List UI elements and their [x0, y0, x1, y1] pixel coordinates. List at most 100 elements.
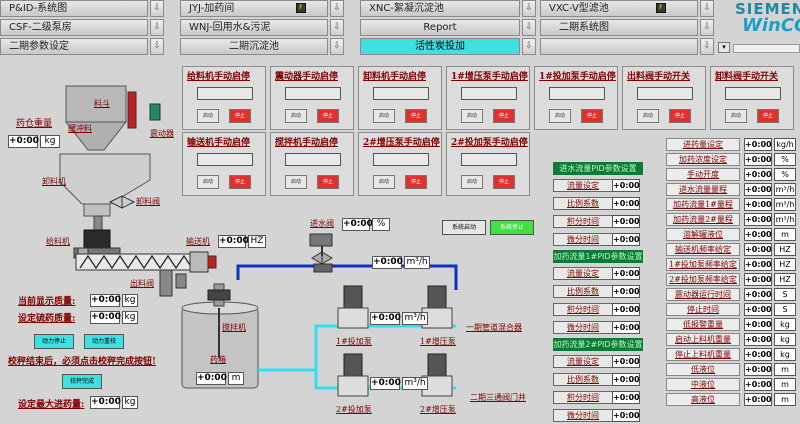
open-button[interactable]: 启动: [637, 109, 659, 123]
param-value[interactable]: +0:00: [744, 243, 772, 256]
feeder-motor: [83, 229, 111, 251]
pid-row-value[interactable]: +0:00: [612, 197, 640, 210]
pid-row-value[interactable]: +0:00: [612, 373, 640, 386]
stop-button[interactable]: 停止: [493, 109, 515, 123]
current-weight-label: 当前显示质量:: [18, 297, 76, 307]
pid-row-value[interactable]: +0:00: [612, 233, 640, 246]
start-button[interactable]: 启动: [285, 175, 307, 189]
param-value[interactable]: +0:00: [744, 168, 772, 181]
param-value[interactable]: +0:00: [744, 288, 772, 301]
silo-weight-unit: kg: [40, 135, 60, 148]
pump1-flow-unit: m³/h: [402, 312, 428, 325]
system-start-button[interactable]: 系统启动: [442, 220, 486, 235]
panel-unloader: 卸料机手动启停 启动 停止: [358, 66, 442, 130]
nav-arrow-icon[interactable]: ⇩: [330, 0, 344, 17]
stop-button[interactable]: 停止: [317, 175, 339, 189]
open-button[interactable]: 启动: [725, 109, 747, 123]
param-value[interactable]: +0:00: [744, 393, 772, 406]
nav-arrow-icon[interactable]: ⇩: [700, 19, 714, 36]
nav-xnc[interactable]: XNC-絮凝沉淀池: [360, 0, 520, 17]
param-value[interactable]: +0:00: [744, 303, 772, 316]
start-button[interactable]: 启动: [373, 109, 395, 123]
auto-reset-button[interactable]: 动力重校: [84, 334, 124, 349]
nav-empty[interactable]: [540, 38, 698, 55]
pid-row-value[interactable]: +0:00: [612, 285, 640, 298]
stop-button[interactable]: 停止: [317, 109, 339, 123]
param-value[interactable]: +0:00: [744, 318, 772, 331]
pid-title: 加药流量2#PID参数设置: [553, 338, 643, 351]
pid-row-value[interactable]: +0:00: [612, 267, 640, 280]
calibration-done-button[interactable]: 校秤完成: [62, 374, 102, 389]
mixer-label: 搅拌机: [222, 323, 246, 332]
param-value[interactable]: +0:00: [744, 228, 772, 241]
pid-row-value[interactable]: +0:00: [612, 303, 640, 316]
close-button[interactable]: 停止: [669, 109, 691, 123]
nav-arrow-icon[interactable]: ⇩: [522, 0, 536, 17]
dropdown-icon[interactable]: ▾: [718, 42, 730, 53]
pump2-flow-unit: m³/h: [402, 377, 428, 390]
system-stop-button[interactable]: 系统停止: [490, 220, 534, 235]
start-button[interactable]: 启动: [285, 109, 307, 123]
start-button[interactable]: 启动: [461, 175, 483, 189]
pid-row-value[interactable]: +0:00: [612, 355, 640, 368]
panel-boost-pump-1: 1#增压泵手动启停 启动 停止: [446, 66, 530, 130]
stop-button[interactable]: 停止: [229, 109, 251, 123]
start-button[interactable]: 启动: [197, 175, 219, 189]
nav-arrow-icon[interactable]: ⇩: [330, 38, 344, 55]
nav-vxc[interactable]: VXC-V型滤池: [540, 0, 698, 17]
pid-row-label: 比例系数: [553, 373, 613, 386]
param-value[interactable]: +0:00: [744, 153, 772, 166]
feeder-label: 给料机: [46, 237, 70, 246]
param-value[interactable]: +0:00: [744, 138, 772, 151]
start-button[interactable]: 启动: [197, 109, 219, 123]
nav-arrow-icon[interactable]: ⇩: [700, 0, 714, 17]
param-value[interactable]: +0:00: [744, 378, 772, 391]
param-value[interactable]: +0:00: [744, 363, 772, 376]
param-value[interactable]: +0:00: [744, 183, 772, 196]
param-value[interactable]: +0:00: [744, 213, 772, 226]
inlet-valve-value: +0:00: [342, 218, 373, 231]
nav-pid-system[interactable]: P&ID-系统图: [0, 0, 148, 17]
nav-activated-carbon[interactable]: 活性炭投加: [360, 38, 520, 55]
param-value[interactable]: +0:00: [744, 333, 772, 346]
nav-report[interactable]: Report: [360, 19, 520, 36]
param-label: 启动上料机重量: [666, 333, 740, 346]
auto-stop-button[interactable]: 动力停止: [34, 334, 74, 349]
close-button[interactable]: 停止: [757, 109, 779, 123]
nav-arrow-icon[interactable]: ⇩: [150, 0, 164, 17]
param-value[interactable]: +0:00: [744, 258, 772, 271]
stop-button[interactable]: 停止: [405, 109, 427, 123]
start-button[interactable]: 启动: [461, 109, 483, 123]
start-button[interactable]: 启动: [373, 175, 395, 189]
pid-row-value[interactable]: +0:00: [612, 179, 640, 192]
stop-button[interactable]: 停止: [493, 175, 515, 189]
nav-arrow-icon[interactable]: ⇩: [330, 19, 344, 36]
panel-dose-pump-2: 2#投加泵手动启停 启动 停止: [446, 132, 530, 196]
nav-wnj[interactable]: WNJ-回用水&污泥: [180, 19, 328, 36]
param-value[interactable]: +0:00: [744, 198, 772, 211]
nav-phase2-sedimentation[interactable]: 二期沉淀池: [180, 38, 328, 55]
panel-display: [637, 87, 693, 100]
stop-button[interactable]: 停止: [405, 175, 427, 189]
nav-arrow-icon[interactable]: ⇩: [150, 38, 164, 55]
nav-phase2-system[interactable]: 二期系统图: [540, 19, 698, 36]
nav-arrow-icon[interactable]: ⇩: [150, 19, 164, 36]
param-value[interactable]: +0:00: [744, 273, 772, 286]
nav-arrow-icon[interactable]: ⇩: [700, 38, 714, 55]
nav-csf[interactable]: CSF-二级泵房: [0, 19, 148, 36]
conveyor-unit: HZ: [248, 235, 266, 248]
nav-arrow-icon[interactable]: ⇩: [522, 19, 536, 36]
start-button[interactable]: 启动: [549, 109, 571, 123]
pid-row-value[interactable]: +0:00: [612, 391, 640, 404]
pid-row-label: 积分时间: [553, 391, 613, 404]
nav-arrow-icon[interactable]: ⇩: [522, 38, 536, 55]
pid-row-value[interactable]: +0:00: [612, 409, 640, 422]
stop-button[interactable]: 停止: [229, 175, 251, 189]
silo-outlet: [83, 203, 111, 217]
pid-row-value[interactable]: +0:00: [612, 215, 640, 228]
dose-pump-1-label: 1#投加泵: [336, 337, 372, 346]
stop-button[interactable]: 停止: [581, 109, 603, 123]
pid-row-value[interactable]: +0:00: [612, 321, 640, 334]
nav-phase2-params[interactable]: 二期参数设定: [0, 38, 148, 55]
param-value[interactable]: +0:00: [744, 348, 772, 361]
